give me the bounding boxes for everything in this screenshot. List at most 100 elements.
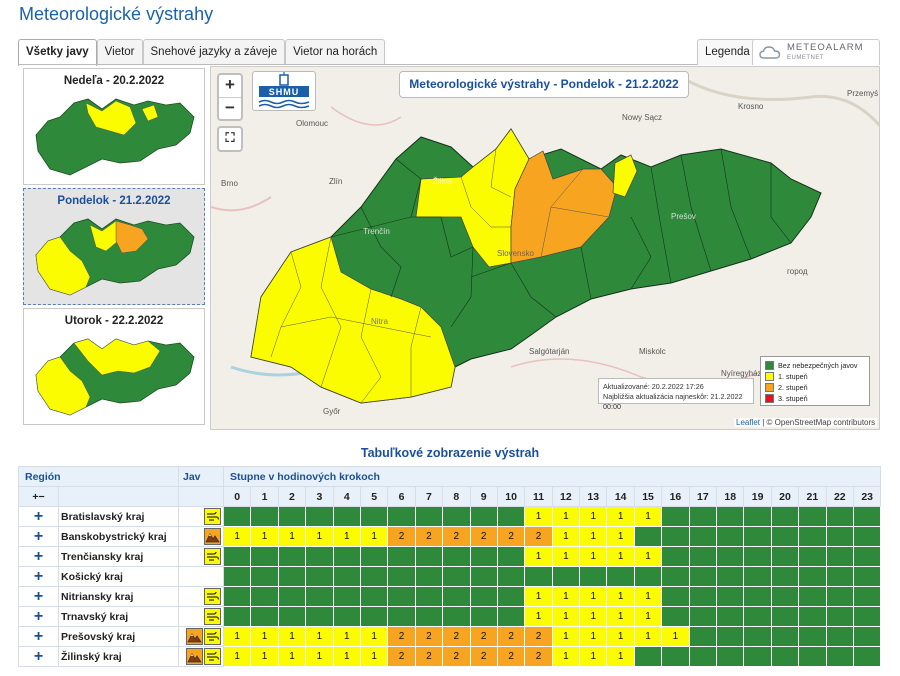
expand-row-button[interactable]: + bbox=[18, 526, 59, 547]
level-cell: 1 bbox=[551, 606, 581, 627]
level-cell: 1 bbox=[250, 626, 279, 647]
tab-wind[interactable]: Vietor bbox=[96, 39, 143, 65]
wind-icon[interactable] bbox=[204, 628, 221, 645]
hour-header-cell: 1 bbox=[250, 486, 279, 507]
blank-header-cell bbox=[58, 486, 179, 507]
level-cell: 1 bbox=[579, 586, 608, 607]
expand-collapse-all-button[interactable]: +− bbox=[18, 486, 59, 507]
table-title: Tabuľkové zobrazenie výstrah bbox=[360, 446, 540, 460]
expand-row-button[interactable]: + bbox=[18, 606, 59, 627]
legend-row: 3. stupeň bbox=[765, 393, 865, 404]
level-cell: 2 bbox=[442, 646, 471, 667]
osm-attribution: | © OpenStreetMap contributors bbox=[760, 418, 876, 427]
level-cell: 1 bbox=[250, 526, 279, 547]
meteoalarm-link[interactable]: METEOALARM EUMETNET bbox=[752, 39, 880, 65]
expand-row-button[interactable]: + bbox=[18, 506, 59, 527]
hour-header-cell: 10 bbox=[496, 486, 526, 507]
level-cell bbox=[688, 646, 718, 667]
city-label: Nowy Sącz bbox=[622, 113, 663, 122]
level-cell bbox=[661, 606, 690, 627]
level-cell: 2 bbox=[496, 646, 526, 667]
legend-button[interactable]: Legenda bbox=[697, 39, 758, 65]
city-label: Krosno bbox=[738, 102, 764, 111]
level-cell: 2 bbox=[496, 626, 526, 647]
level-cell: 1 bbox=[606, 546, 635, 567]
level-cell bbox=[305, 546, 334, 567]
wind-icon[interactable] bbox=[204, 608, 221, 625]
wind-icon[interactable] bbox=[204, 508, 221, 525]
jav-header: Jav bbox=[178, 466, 224, 487]
level-cell: 1 bbox=[579, 646, 608, 667]
day-label: Nedeľa - 20.2.2022 bbox=[63, 75, 165, 87]
level-cell bbox=[688, 606, 718, 627]
level-cell bbox=[688, 506, 718, 527]
table-row: + Nitriansky kraj 1 1 1 1 1 bbox=[18, 586, 882, 607]
level-cell: 2 bbox=[496, 526, 526, 547]
level-cell bbox=[825, 586, 854, 607]
city-label: Žilina bbox=[433, 177, 453, 186]
level-cell bbox=[688, 626, 718, 647]
snow-drift-icon[interactable] bbox=[204, 528, 221, 545]
zoom-out-button[interactable]: − bbox=[219, 97, 241, 119]
tab-snow-drifts[interactable]: Snehové jazyky a záveje bbox=[142, 39, 286, 65]
level-cell bbox=[305, 606, 334, 627]
level-cell bbox=[770, 566, 800, 587]
phenomenon-icons bbox=[178, 626, 224, 647]
expand-row-button[interactable]: + bbox=[18, 546, 59, 567]
level-cell: 1 bbox=[332, 646, 361, 667]
legend-row: 1. stupeň bbox=[765, 371, 865, 382]
expand-row-button[interactable]: + bbox=[18, 586, 59, 607]
city-label: Brno bbox=[221, 179, 238, 188]
level-cell bbox=[716, 546, 745, 567]
level-cell bbox=[770, 626, 800, 647]
wind-icon[interactable] bbox=[204, 548, 221, 565]
zoom-in-button[interactable]: + bbox=[219, 75, 241, 97]
update-info: Aktualizované: 20.2.2022 17:26 Najbližši… bbox=[598, 378, 754, 411]
hour-header-cell: 3 bbox=[305, 486, 334, 507]
level-cell bbox=[305, 566, 334, 587]
level-cell: 1 bbox=[222, 646, 252, 667]
level-cell bbox=[305, 506, 334, 527]
tab-all-phenomena[interactable]: Všetky javy bbox=[18, 39, 97, 66]
expand-row-button[interactable]: + bbox=[18, 646, 59, 667]
day-card-sunday[interactable]: Nedeľa - 20.2.2022 bbox=[23, 68, 205, 185]
snow-drift-icon[interactable] bbox=[186, 628, 203, 645]
level-cell bbox=[661, 506, 690, 527]
level-cell bbox=[277, 566, 307, 587]
level-cell bbox=[852, 546, 882, 567]
level-cell bbox=[633, 646, 663, 667]
level-cell bbox=[770, 506, 800, 527]
day-card-tuesday[interactable]: Utorok - 22.2.2022 bbox=[23, 308, 205, 425]
level-cell bbox=[770, 586, 800, 607]
level-cell: 1 bbox=[222, 526, 252, 547]
warning-table: Región Jav Stupne v hodinových krokoch +… bbox=[18, 466, 882, 667]
day-card-monday[interactable]: Pondelok - 21.2.2022 bbox=[23, 188, 205, 305]
leaflet-link[interactable]: Leaflet bbox=[736, 418, 760, 427]
level-cell bbox=[387, 586, 416, 607]
hour-header-cell: 4 bbox=[332, 486, 361, 507]
level-cell: 1 bbox=[524, 506, 553, 527]
level-cell: 1 bbox=[551, 506, 581, 527]
shmu-logo-text: SHMU bbox=[268, 87, 300, 97]
tab-mountain-wind[interactable]: Vietor na horách bbox=[285, 39, 386, 65]
expand-row-button[interactable]: + bbox=[18, 566, 59, 587]
meteoalarm-sub: EUMETNET bbox=[787, 54, 824, 61]
hour-header-cell: 19 bbox=[743, 486, 772, 507]
level-cell: 1 bbox=[633, 506, 663, 527]
level-cell: 1 bbox=[606, 626, 635, 647]
table-row: + Žilinský kraj 1 1 1 1 1 1 2 2 2 2 2 2 1 1 1 bbox=[18, 646, 882, 667]
city-label: Salgótarján bbox=[529, 347, 570, 356]
day-label: Utorok - 22.2.2022 bbox=[64, 315, 164, 327]
level-cell bbox=[579, 566, 608, 587]
snow-drift-icon[interactable] bbox=[186, 648, 203, 665]
fullscreen-button[interactable]: ⛶ bbox=[219, 128, 241, 150]
wind-icon[interactable] bbox=[204, 588, 221, 605]
wind-icon[interactable] bbox=[204, 648, 221, 665]
level-cell bbox=[496, 566, 526, 587]
map-attribution: Leaflet | © OpenStreetMap contributors bbox=[734, 418, 878, 427]
expand-row-button[interactable]: + bbox=[18, 626, 59, 647]
level-cell bbox=[716, 566, 745, 587]
level-cell bbox=[633, 566, 663, 587]
level-cell: 1 bbox=[277, 526, 307, 547]
level-cell bbox=[743, 586, 772, 607]
